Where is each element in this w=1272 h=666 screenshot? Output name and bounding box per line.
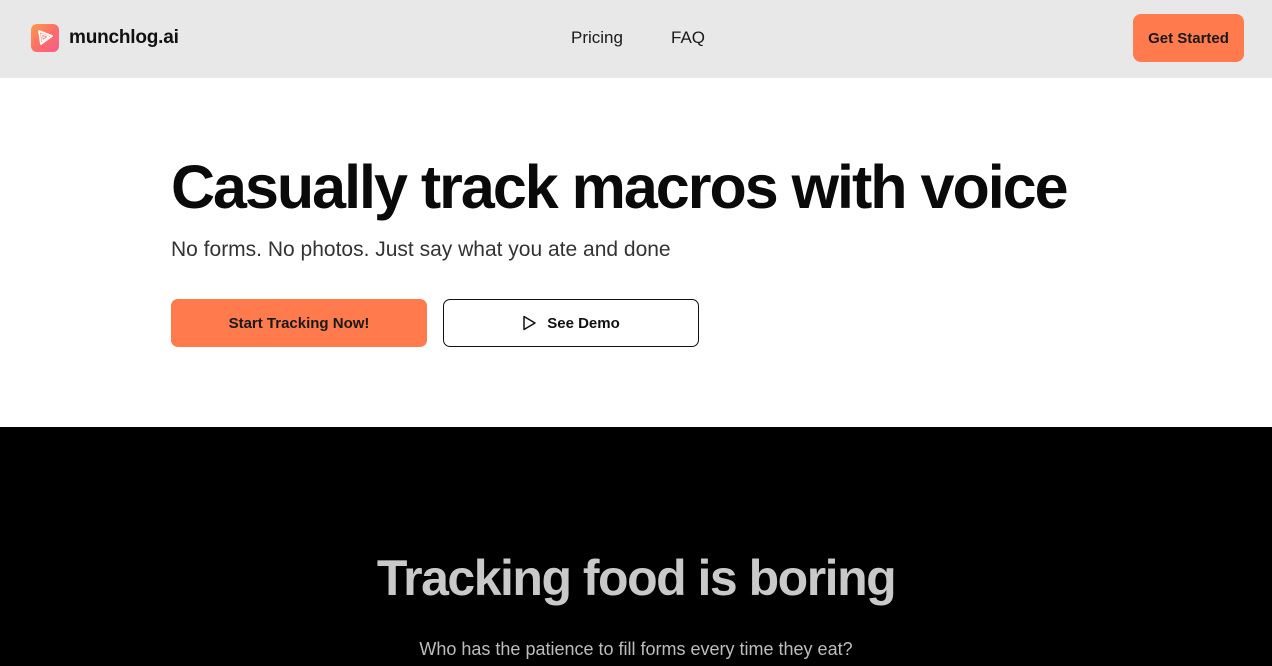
brand-name: munchlog.ai <box>69 27 179 48</box>
nav-link-faq[interactable]: FAQ <box>671 28 705 48</box>
brand-link[interactable]: munchlog.ai <box>31 24 179 52</box>
nav-link-pricing[interactable]: Pricing <box>571 28 623 48</box>
see-demo-label: See Demo <box>547 314 620 332</box>
see-demo-button[interactable]: See Demo <box>443 299 699 347</box>
hero-subtitle: No forms. No photos. Just say what you a… <box>171 238 671 261</box>
problem-subtitle: Who has the patience to fill forms every… <box>419 639 853 659</box>
start-tracking-button[interactable]: Start Tracking Now! <box>171 299 427 347</box>
play-icon <box>522 315 537 331</box>
problem-section: Tracking food is boring Who has the pati… <box>0 427 1272 666</box>
site-header: munchlog.ai Pricing FAQ Get Started <box>0 0 1272 78</box>
pizza-slice-icon <box>31 24 59 52</box>
problem-title: Tracking food is boring <box>376 550 897 606</box>
hero-title: Casually track macros with voice <box>171 153 1068 221</box>
get-started-button[interactable]: Get Started <box>1133 14 1244 62</box>
